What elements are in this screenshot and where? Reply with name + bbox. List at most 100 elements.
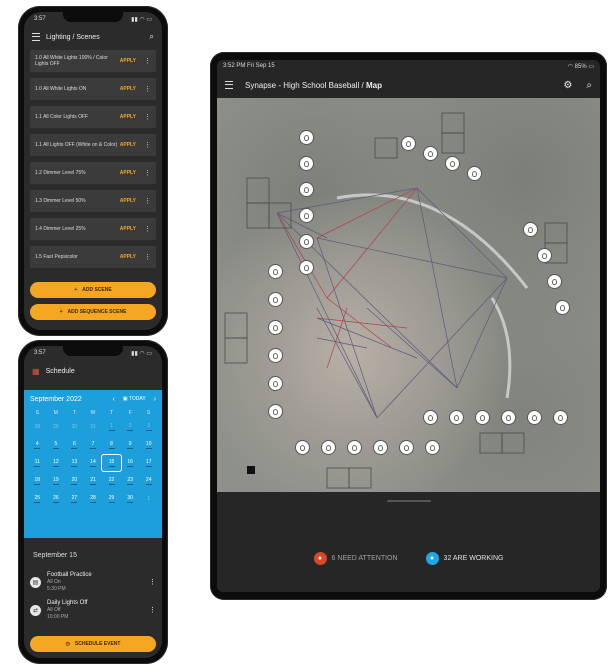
fixture-icon[interactable]	[425, 440, 440, 455]
fixture-icon[interactable]	[401, 136, 416, 151]
calendar-day[interactable]: 3	[139, 419, 158, 435]
fixture-icon[interactable]	[299, 208, 314, 223]
fixture-icon[interactable]	[537, 248, 552, 263]
calendar-day[interactable]: 24	[139, 473, 158, 489]
search-icon[interactable]: ⌕	[586, 80, 592, 91]
calendar-day[interactable]: 1	[139, 491, 158, 507]
fixture-icon[interactable]	[268, 376, 283, 391]
fixture-icon[interactable]	[299, 260, 314, 275]
calendar-day[interactable]: 10	[139, 437, 158, 453]
calendar-day[interactable]: 30	[65, 419, 84, 435]
add-sequence-scene-button[interactable]: + ADD SEQUENCE SCENE	[30, 304, 156, 320]
more-icon[interactable]: ⋮	[144, 253, 151, 261]
more-icon[interactable]: ⋮	[149, 578, 156, 586]
more-icon[interactable]: ⋮	[144, 169, 151, 177]
gear-icon[interactable]: ⚙	[563, 80, 572, 91]
fixture-icon[interactable]	[527, 410, 542, 425]
apply-button[interactable]: APPLY	[120, 86, 136, 92]
calendar-day[interactable]: 12	[47, 455, 66, 471]
menu-icon[interactable]	[32, 33, 40, 41]
schedule-event-button[interactable]: ◷ SCHEDULE EVENT	[30, 636, 156, 652]
fixture-icon[interactable]	[321, 440, 336, 455]
calendar-day[interactable]: 29	[102, 491, 121, 507]
chevron-left-icon[interactable]: ‹	[113, 396, 115, 403]
event-row[interactable]: ▤ Football Practice All On 5:30 PM ⋮	[30, 570, 156, 594]
calendar-day[interactable]: 11	[28, 455, 47, 471]
fixture-icon[interactable]	[295, 440, 310, 455]
fixture-icon[interactable]	[373, 440, 388, 455]
add-scene-button[interactable]: + ADD SCENE	[30, 282, 156, 298]
calendar-day[interactable]: 16	[121, 455, 140, 471]
today-button[interactable]: ▣ TODAY	[123, 396, 146, 402]
drag-handle[interactable]	[387, 500, 431, 502]
calendar-day[interactable]: 28	[84, 491, 103, 507]
calendar-day[interactable]: 13	[65, 455, 84, 471]
fixture-icon[interactable]	[347, 440, 362, 455]
calendar-day[interactable]: 26	[47, 491, 66, 507]
menu-icon[interactable]	[225, 81, 233, 89]
field-map[interactable]	[217, 98, 600, 492]
more-icon[interactable]: ⋮	[144, 225, 151, 233]
fixture-icon[interactable]	[299, 182, 314, 197]
fixture-icon[interactable]	[299, 234, 314, 249]
calendar-day[interactable]: 4	[28, 437, 47, 453]
working-status[interactable]: ● 32 ARE WORKING	[425, 552, 503, 565]
more-icon[interactable]: ⋮	[144, 85, 151, 93]
fixture-icon[interactable]	[268, 292, 283, 307]
fixture-icon[interactable]	[501, 410, 516, 425]
apply-button[interactable]: APPLY	[120, 198, 136, 204]
calendar-day[interactable]: 29	[47, 419, 66, 435]
calendar-day[interactable]: 9	[121, 437, 140, 453]
calendar-day[interactable]: 6	[65, 437, 84, 453]
fixture-icon[interactable]	[299, 130, 314, 145]
need-attention-status[interactable]: ● 6 NEED ATTENTION	[313, 552, 398, 565]
calendar-day[interactable]: 28	[28, 419, 47, 435]
calendar-day[interactable]: 18	[28, 473, 47, 489]
calendar-day-selected[interactable]: 15	[101, 454, 122, 472]
fixture-icon[interactable]	[553, 410, 568, 425]
scene-row[interactable]: 1.4 Dimmer Level 25% APPLY ⋮	[30, 218, 156, 240]
scene-row[interactable]: 1.2 Dimmer Level 75% APPLY ⋮	[30, 162, 156, 184]
fixture-icon[interactable]	[547, 274, 562, 289]
more-icon[interactable]: ⋮	[149, 606, 156, 614]
fixture-icon[interactable]	[268, 320, 283, 335]
apply-button[interactable]: APPLY	[120, 170, 136, 176]
calendar-day[interactable]: 17	[139, 455, 158, 471]
fixture-icon[interactable]	[299, 156, 314, 171]
calendar-day[interactable]: 7	[84, 437, 103, 453]
fixture-icon[interactable]	[268, 404, 283, 419]
calendar-day[interactable]: 8	[102, 437, 121, 453]
apply-button[interactable]: APPLY	[120, 142, 136, 148]
apply-button[interactable]: APPLY	[120, 226, 136, 232]
scene-row[interactable]: 1.0 All White Lights ON APPLY ⋮	[30, 78, 156, 100]
chevron-right-icon[interactable]: ›	[154, 396, 156, 403]
fixture-icon[interactable]	[399, 440, 414, 455]
event-row[interactable]: ⇄ Daily Lights Off All Off 10:00 PM ⋮	[30, 598, 156, 622]
scene-row[interactable]: 1.5 Fast Pepsicolor APPLY ⋮	[30, 246, 156, 268]
apply-button[interactable]: APPLY	[120, 58, 136, 64]
scene-row[interactable]: 1.1 All Lights OFF (White on & Color) APP…	[30, 134, 156, 156]
calendar-day[interactable]: 5	[47, 437, 66, 453]
fixture-icon[interactable]	[268, 348, 283, 363]
fixture-icon[interactable]	[445, 156, 460, 171]
fixture-icon[interactable]	[523, 222, 538, 237]
calendar-day[interactable]: 20	[65, 473, 84, 489]
fixture-icon[interactable]	[423, 146, 438, 161]
calendar-day[interactable]: 30	[121, 491, 140, 507]
fixture-icon[interactable]	[449, 410, 464, 425]
more-icon[interactable]: ⋮	[144, 141, 151, 149]
apply-button[interactable]: APPLY	[120, 114, 136, 120]
scene-row[interactable]: 1.0 All White Lights 100% / Color Lights…	[30, 50, 156, 72]
apply-button[interactable]: APPLY	[120, 254, 136, 260]
scene-row[interactable]: 1.3 Dimmer Level 50% APPLY ⋮	[30, 190, 156, 212]
fixture-icon[interactable]	[423, 410, 438, 425]
more-icon[interactable]: ⋮	[144, 57, 151, 65]
scene-row[interactable]: 1.1 All Color Lights OFF APPLY ⋮	[30, 106, 156, 128]
calendar-day[interactable]: 23	[121, 473, 140, 489]
calendar-day[interactable]: 25	[28, 491, 47, 507]
calendar-day[interactable]: 22	[102, 473, 121, 489]
more-icon[interactable]: ⋮	[144, 197, 151, 205]
calendar-day[interactable]: 31	[84, 419, 103, 435]
calendar-day[interactable]: 2	[121, 419, 140, 435]
fixture-icon[interactable]	[475, 410, 490, 425]
